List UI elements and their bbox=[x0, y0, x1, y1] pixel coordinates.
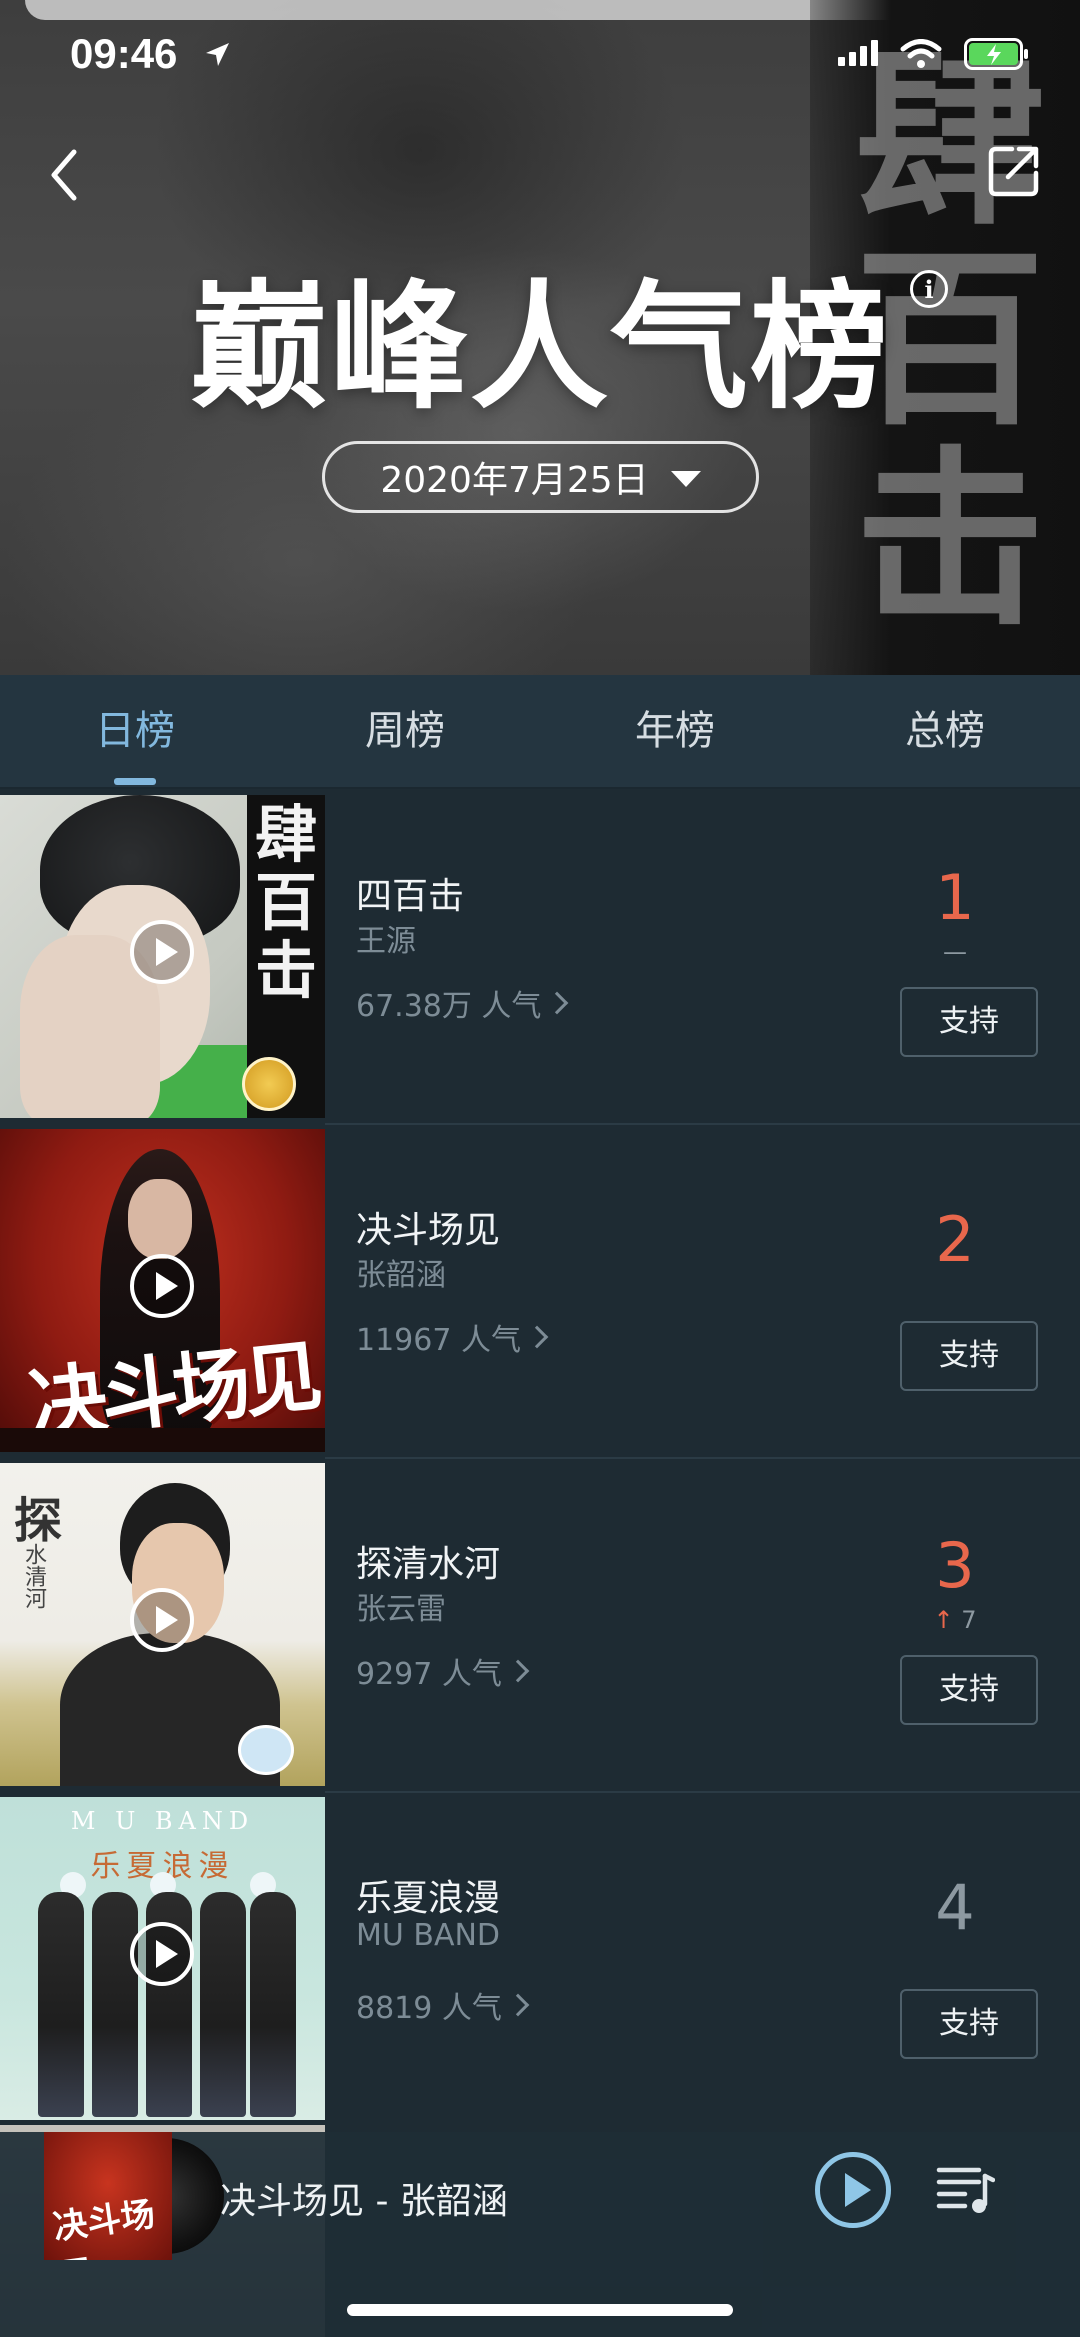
song-title: 探清水河 bbox=[356, 1544, 501, 1585]
home-indicator[interactable] bbox=[347, 2304, 733, 2316]
date-selector[interactable]: 2020年7月25日 bbox=[322, 441, 759, 513]
badge-icon bbox=[238, 1725, 294, 1775]
support-button[interactable]: 支持 bbox=[900, 1989, 1038, 2059]
popularity-value: 11967 人气 bbox=[356, 1323, 521, 1358]
cover-sublettering: 水清河 bbox=[21, 1543, 46, 1609]
rank-change: ↑ 7 bbox=[895, 1606, 1015, 1634]
now-playing-title: 决斗场见 - 张韶涵 bbox=[220, 2181, 508, 2222]
playlist-icon[interactable] bbox=[935, 2158, 995, 2218]
back-chevron-icon[interactable] bbox=[38, 140, 88, 210]
popularity-value: 67.38万 人气 bbox=[356, 989, 542, 1024]
cover-decoration bbox=[250, 1892, 296, 2117]
tab-weekly[interactable]: 周榜 bbox=[270, 675, 540, 787]
active-tab-indicator bbox=[114, 778, 156, 785]
popularity-link[interactable]: 8819 人气 bbox=[356, 1983, 530, 2027]
song-title: 乐夏浪漫 bbox=[356, 1878, 501, 1919]
support-button[interactable]: 支持 bbox=[900, 987, 1038, 1057]
cover-decoration bbox=[92, 1892, 138, 2117]
info-icon[interactable]: i bbox=[910, 270, 948, 308]
cover-lettering: 肆百击 bbox=[254, 798, 317, 1007]
play-circle-icon[interactable] bbox=[130, 1922, 194, 1986]
status-time: 09:46 bbox=[70, 30, 178, 77]
chevron-right-icon bbox=[506, 1993, 530, 2017]
song-row[interactable]: 探 水清河 探清水河 张云雷 9297 人气 3 ↑ 7 支持 bbox=[0, 1459, 1080, 1793]
crown-badge-icon bbox=[242, 1057, 296, 1111]
song-artist: 张云雷 bbox=[356, 1592, 446, 1627]
song-row[interactable]: 决斗场见 决斗场见 张韶涵 11967 人气 2 支持 bbox=[0, 1125, 1080, 1459]
status-icons bbox=[838, 38, 1030, 70]
rank-number: 2 bbox=[935, 1203, 975, 1276]
battery-charging-icon bbox=[964, 38, 1028, 70]
player-cover[interactable]: 决斗场见 bbox=[44, 2132, 172, 2260]
date-label: 2020年7月25日 bbox=[380, 460, 649, 501]
song-list: 肆百击 四百击 王源 67.38万 人气 1 — 支持 决斗场见 决斗场见 张韶… bbox=[0, 791, 1080, 2127]
song-row[interactable]: M U BAND 乐夏浪漫 乐夏浪漫 MU BAND 8819 人气 4 支持 bbox=[0, 1793, 1080, 2127]
play-circle-icon[interactable] bbox=[130, 920, 194, 984]
chevron-right-icon bbox=[525, 1325, 549, 1349]
cover-band-name: M U BAND bbox=[70, 1807, 255, 1835]
rank-number: 1 bbox=[935, 861, 975, 934]
song-artist: MU BAND bbox=[356, 1918, 501, 1953]
song-artist: 王源 bbox=[356, 924, 416, 959]
popularity-link[interactable]: 11967 人气 bbox=[356, 1315, 549, 1359]
player-cover-lettering: 决斗场见 bbox=[50, 2194, 158, 2260]
cover-lettering: 探 bbox=[14, 1493, 63, 1549]
song-row[interactable]: 肆百击 四百击 王源 67.38万 人气 1 — 支持 bbox=[0, 791, 1080, 1125]
cellular-signal-icon bbox=[838, 40, 878, 66]
album-cover[interactable]: 探 水清河 bbox=[0, 1463, 325, 1786]
rank-number: 3 bbox=[935, 1529, 975, 1602]
album-cover[interactable]: M U BAND 乐夏浪漫 bbox=[0, 1797, 325, 2120]
cover-decoration bbox=[0, 1428, 325, 1452]
caret-down-icon bbox=[670, 471, 701, 487]
cover-decoration bbox=[128, 1179, 192, 1259]
rank-change-value: 7 bbox=[961, 1606, 977, 1634]
tab-label: 日榜 bbox=[95, 708, 175, 754]
arrow-up-icon: ↑ bbox=[933, 1606, 954, 1634]
tab-label: 周榜 bbox=[365, 708, 445, 754]
song-title: 四百击 bbox=[356, 876, 465, 917]
support-button[interactable]: 支持 bbox=[900, 1321, 1038, 1391]
cover-decoration bbox=[200, 1892, 246, 2117]
tab-label: 总榜 bbox=[905, 708, 985, 754]
popularity-value: 8819 人气 bbox=[356, 1991, 502, 2026]
popularity-link[interactable]: 67.38万 人气 bbox=[356, 981, 569, 1025]
chart-title: 巅峰人气榜 bbox=[189, 267, 890, 428]
song-artist: 张韶涵 bbox=[356, 1258, 446, 1293]
app-screen: 肆百击 09:46 巅峰人气榜 i 2020年7月25日 日榜 周榜 年榜 总榜… bbox=[0, 0, 1080, 2337]
tab-daily[interactable]: 日榜 bbox=[0, 675, 270, 787]
popularity-value: 9297 人气 bbox=[356, 1657, 502, 1692]
play-button-icon[interactable] bbox=[815, 2152, 891, 2228]
hero-banner: 肆百击 09:46 巅峰人气榜 i 2020年7月25日 bbox=[0, 0, 1080, 675]
chart-period-tabs: 日榜 周榜 年榜 总榜 bbox=[0, 675, 1080, 789]
tab-all-time[interactable]: 总榜 bbox=[810, 675, 1080, 787]
chevron-right-icon bbox=[546, 991, 569, 1015]
support-button[interactable]: 支持 bbox=[900, 1655, 1038, 1725]
chevron-right-icon bbox=[506, 1659, 530, 1683]
rank-change: — bbox=[943, 938, 967, 966]
cover-decoration bbox=[38, 1892, 84, 2117]
album-cover[interactable]: 决斗场见 bbox=[0, 1129, 325, 1452]
wifi-icon bbox=[900, 39, 942, 68]
location-arrow-icon bbox=[206, 43, 229, 66]
rank-number: 4 bbox=[935, 1871, 975, 1944]
play-circle-icon[interactable] bbox=[130, 1254, 194, 1318]
song-title: 决斗场见 bbox=[356, 1210, 501, 1251]
tab-yearly[interactable]: 年榜 bbox=[540, 675, 810, 787]
tab-label: 年榜 bbox=[635, 708, 715, 754]
play-circle-icon[interactable] bbox=[130, 1588, 194, 1652]
album-cover[interactable]: 肆百击 bbox=[0, 795, 325, 1118]
share-icon[interactable] bbox=[986, 143, 1042, 199]
popularity-link[interactable]: 9297 人气 bbox=[356, 1649, 530, 1693]
